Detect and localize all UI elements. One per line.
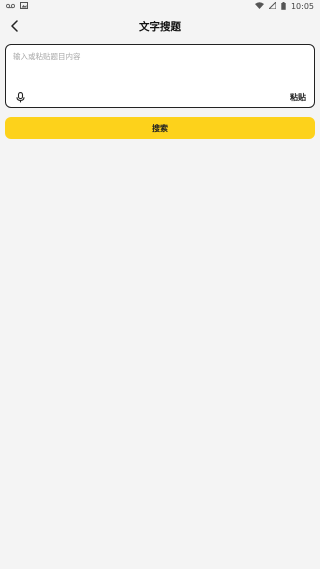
page-title: 文字搜题 (139, 21, 181, 33)
paste-button[interactable]: 粘贴 (290, 92, 306, 103)
header: 文字搜题 (0, 13, 320, 39)
search-button[interactable]: 搜索 (5, 117, 315, 139)
status-left (5, 2, 28, 11)
battery-icon (281, 1, 286, 12)
signal-icon (267, 0, 277, 11)
question-input-panel: 粘贴 (5, 44, 315, 108)
microphone-icon (15, 88, 25, 107)
voicemail-icon (5, 2, 16, 11)
status-right: 10:05 (254, 0, 314, 12)
wifi-icon (254, 2, 264, 11)
question-input[interactable] (13, 51, 309, 85)
voice-input-button[interactable] (14, 90, 26, 104)
status-bar: 10:05 (0, 0, 320, 13)
status-time: 10:05 (290, 2, 314, 11)
image-icon (20, 2, 28, 11)
